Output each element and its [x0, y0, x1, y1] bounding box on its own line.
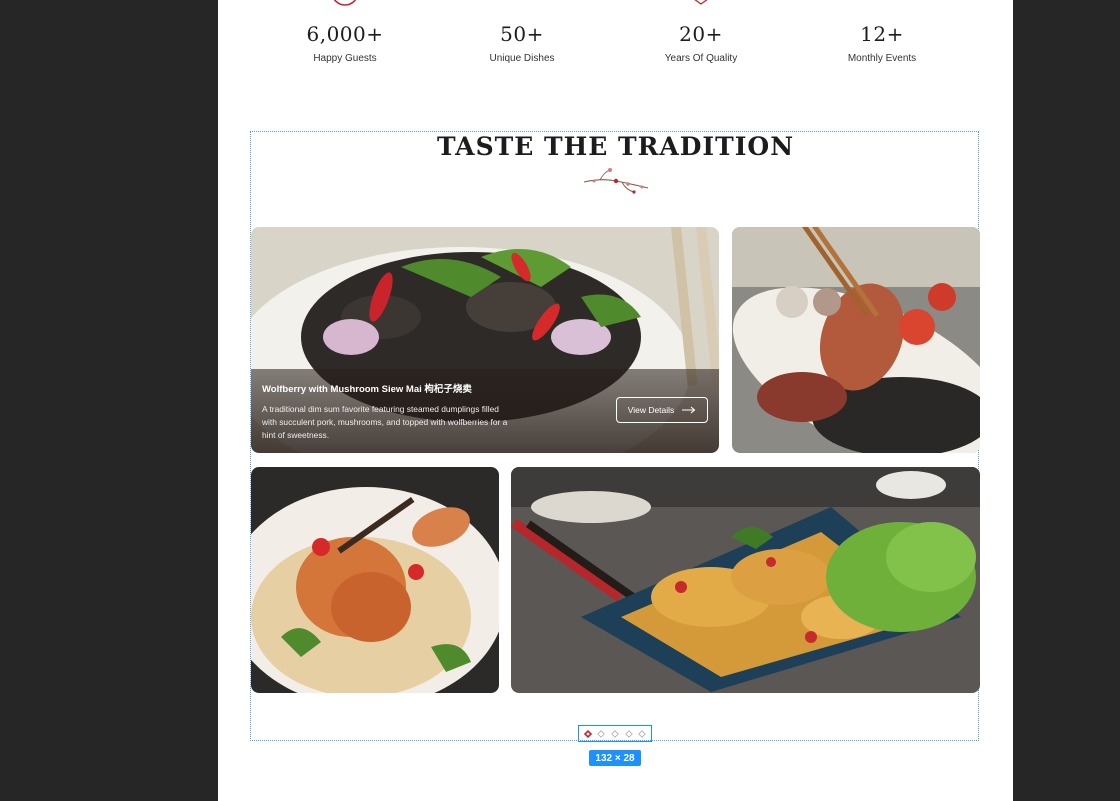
arrow-right-icon [682, 406, 696, 414]
stat-value: 6,000+ [306, 22, 384, 46]
inspector-size-badge: 132 × 28 [589, 750, 641, 766]
dish-name: Wolfberry with Mushroom Siew Mai 枸杞子烧卖 [262, 384, 472, 395]
view-details-label: View Details [627, 405, 675, 415]
carousel-dot[interactable] [638, 729, 646, 738]
plum-blossom-branch-icon [583, 168, 649, 194]
carousel-pagination [578, 725, 652, 742]
calendar-star-icon [867, 0, 897, 8]
stat-label: Unique Dishes [489, 53, 555, 64]
stat-value: 12+ [860, 22, 904, 46]
dish-photo-seafood [732, 227, 980, 453]
carousel-dot[interactable] [624, 729, 633, 738]
dish-card-seafood-platter[interactable] [732, 227, 980, 453]
dish-card-prawn-noodles[interactable] [251, 467, 499, 693]
dish-description: A traditional dim sum favorite featuring… [262, 404, 508, 440]
award-star-icon [694, 0, 708, 5]
dish-photo-curry [511, 467, 980, 693]
dish-info-overlay: Wolfberry with Mushroom Siew Mai 枸杞子烧卖 A… [251, 369, 719, 453]
stat-label: Happy Guests [313, 53, 377, 64]
carousel-dot[interactable] [611, 729, 619, 738]
page-canvas: 6,000+ Happy Guests 50+ Unique Dishes 20… [218, 0, 1013, 801]
carousel-dot-active[interactable] [583, 729, 592, 738]
dish-card-curry-fish[interactable] [511, 467, 980, 693]
stat-label: Monthly Events [847, 53, 917, 64]
dish-photo-prawns [251, 467, 499, 693]
stat-value: 50+ [500, 22, 544, 46]
smile-circle-icon [333, 0, 357, 6]
stat-value: 20+ [679, 22, 723, 46]
view-details-button[interactable]: View Details [616, 397, 708, 423]
dish-card-featured[interactable]: Wolfberry with Mushroom Siew Mai 枸杞子烧卖 A… [251, 227, 719, 453]
section-title: TASTE THE TRADITION [436, 132, 795, 161]
dish-stack-icon [507, 0, 537, 8]
stat-label: Years Of Quality [664, 53, 738, 64]
carousel-dot[interactable] [597, 729, 606, 738]
